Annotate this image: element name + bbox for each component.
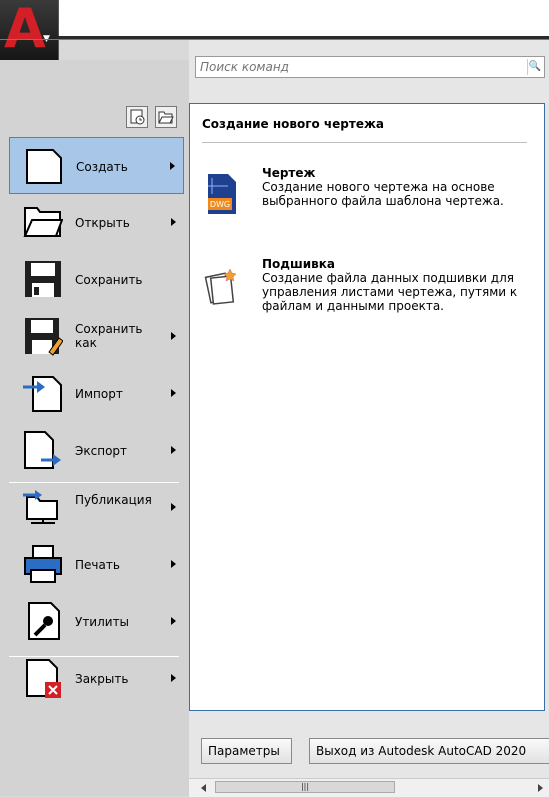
exit-button[interactable]: Выход из Autodesk AutoCAD 2020	[309, 738, 549, 764]
menu-item-label: Импорт	[75, 387, 123, 401]
menu-item-label: Утилиты	[75, 615, 130, 629]
scroll-left-icon[interactable]	[201, 784, 206, 792]
submenu-arrow-icon	[171, 503, 176, 511]
menu-item-save-as[interactable]: Сохранить как	[9, 308, 184, 365]
menu-item-label: Сохранить	[75, 273, 143, 287]
entry-description: Создание нового чертежа на основе выбран…	[262, 180, 504, 208]
options-button[interactable]: Параметры	[201, 738, 292, 764]
horizontal-scrollbar[interactable]: |||	[189, 778, 549, 797]
menu-item-import[interactable]: Импорт	[9, 365, 184, 422]
submenu-arrow-icon	[171, 446, 176, 454]
menu-item-save[interactable]: Сохранить	[9, 251, 184, 308]
menu-item-label: Создать	[76, 160, 128, 174]
export-icon	[24, 431, 61, 469]
publish-icon	[23, 490, 58, 524]
search-icon[interactable]: 🔍	[527, 59, 542, 75]
menu-item-export[interactable]: Экспорт	[9, 422, 184, 479]
menu-divider	[9, 482, 179, 483]
entry-description: Создание файла данных подшивки для управ…	[262, 271, 518, 313]
menu-item-new[interactable]: Создать	[9, 137, 184, 194]
submenu-arrow-icon	[171, 332, 176, 340]
command-search[interactable]: 🔍	[195, 56, 545, 78]
recent-documents-button[interactable]	[126, 106, 148, 128]
menu-divider	[9, 656, 179, 657]
divider	[202, 142, 527, 143]
sheet-set-icon	[204, 268, 237, 305]
menu-item-label: Экспорт	[75, 444, 128, 458]
menu-item-print[interactable]: Печать	[9, 536, 184, 593]
menu-item-label: Закрыть	[75, 672, 129, 686]
menu-item-open[interactable]: Открыть	[9, 194, 184, 251]
new-document-icon	[26, 149, 62, 184]
submenu-arrow-icon	[171, 560, 176, 568]
submenu-arrow-icon	[170, 162, 175, 170]
submenu-arrow-icon	[171, 617, 176, 625]
scroll-thumb[interactable]: |||	[215, 781, 395, 793]
entry-title: Чертеж	[262, 166, 316, 180]
submenu-arrow-icon	[171, 218, 176, 226]
application-menu-button[interactable]: A ▼	[0, 0, 59, 60]
wrench-icon	[28, 602, 60, 640]
import-icon	[23, 376, 62, 412]
menu-item-utilities[interactable]: Утилиты	[9, 593, 184, 650]
entry-title: Подшивка	[262, 257, 335, 271]
panel-title: Создание нового чертежа	[202, 117, 384, 131]
open-documents-button[interactable]	[155, 106, 178, 128]
folder-icon	[158, 111, 174, 124]
printer-icon	[24, 545, 62, 583]
submenu-panel: Создание нового чертежа DWG Чертеж Созда…	[189, 103, 545, 711]
view-buttons	[126, 106, 179, 132]
dwg-badge: DWG	[210, 200, 230, 209]
menu-item-label: Печать	[75, 558, 120, 572]
open-folder-icon	[23, 207, 63, 237]
menu-item-label: Публикация	[75, 493, 152, 507]
scroll-right-icon[interactable]	[538, 784, 543, 792]
divider	[0, 39, 549, 40]
application-menu: Создать Открыть Сохранить Сохранить как …	[9, 137, 189, 707]
title-bar	[0, 0, 549, 36]
autocad-logo-icon: A	[4, 0, 46, 60]
search-input[interactable]	[200, 59, 520, 75]
menu-item-close[interactable]: Закрыть	[9, 650, 184, 707]
menu-item-publish[interactable]: Публикация	[9, 479, 184, 536]
save-disk-icon	[25, 261, 61, 297]
menu-item-label: Сохранить как	[75, 322, 143, 350]
submenu-arrow-icon	[171, 674, 176, 682]
submenu-arrow-icon	[171, 389, 176, 397]
dwg-file-icon: DWG	[208, 174, 236, 214]
clock-document-icon	[130, 109, 145, 125]
close-document-icon	[26, 659, 61, 698]
menu-item-label: Открыть	[75, 216, 130, 230]
save-as-icon	[25, 318, 63, 356]
